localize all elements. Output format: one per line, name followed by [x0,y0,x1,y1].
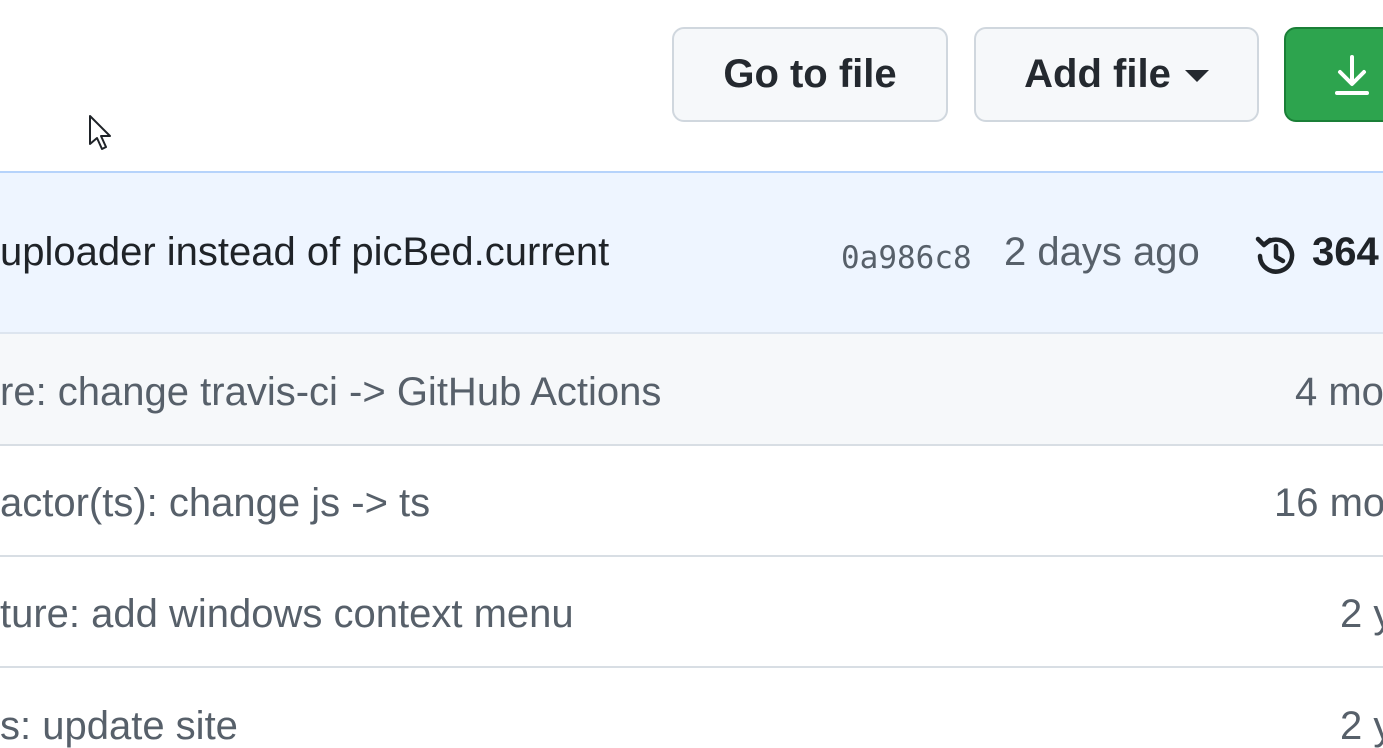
repo-file-browser: Go to file Add file uploader instead of … [0,0,1383,748]
table-row[interactable]: ture: add windows context menu 2 y [0,557,1383,668]
go-to-file-label: Go to file [723,52,897,96]
history-icon[interactable] [1250,230,1302,282]
add-file-label: Add file [1024,52,1171,96]
row-commit-message[interactable]: re: change travis-ci -> GitHub Actions [0,370,661,415]
code-download-button[interactable] [1284,27,1383,122]
download-icon [1335,54,1369,95]
commit-count[interactable]: 364 [1312,230,1379,275]
row-commit-age: 16 mo [1274,481,1383,525]
row-commit-message[interactable]: actor(ts): change js -> ts [0,481,430,526]
row-commit-message[interactable]: ture: add windows context menu [0,592,574,637]
go-to-file-button[interactable]: Go to file [672,27,948,122]
row-commit-age: 4 mo [1295,370,1383,414]
commit-sha-link[interactable]: 0a986c8 [841,240,972,276]
latest-commit-message[interactable]: uploader instead of picBed.current [0,230,609,275]
table-row[interactable]: s: update site 2 y [0,668,1383,748]
table-row[interactable]: re: change travis-ci -> GitHub Actions 4… [0,334,1383,446]
table-row[interactable]: actor(ts): change js -> ts 16 mo [0,446,1383,557]
row-commit-age: 2 y [1340,704,1383,748]
commit-age: 2 days ago [1004,230,1200,274]
caret-down-icon [1184,69,1209,82]
row-commit-message[interactable]: s: update site [0,704,238,748]
add-file-button[interactable]: Add file [974,27,1259,122]
row-commit-age: 2 y [1340,592,1383,636]
mouse-cursor-icon [89,115,111,150]
